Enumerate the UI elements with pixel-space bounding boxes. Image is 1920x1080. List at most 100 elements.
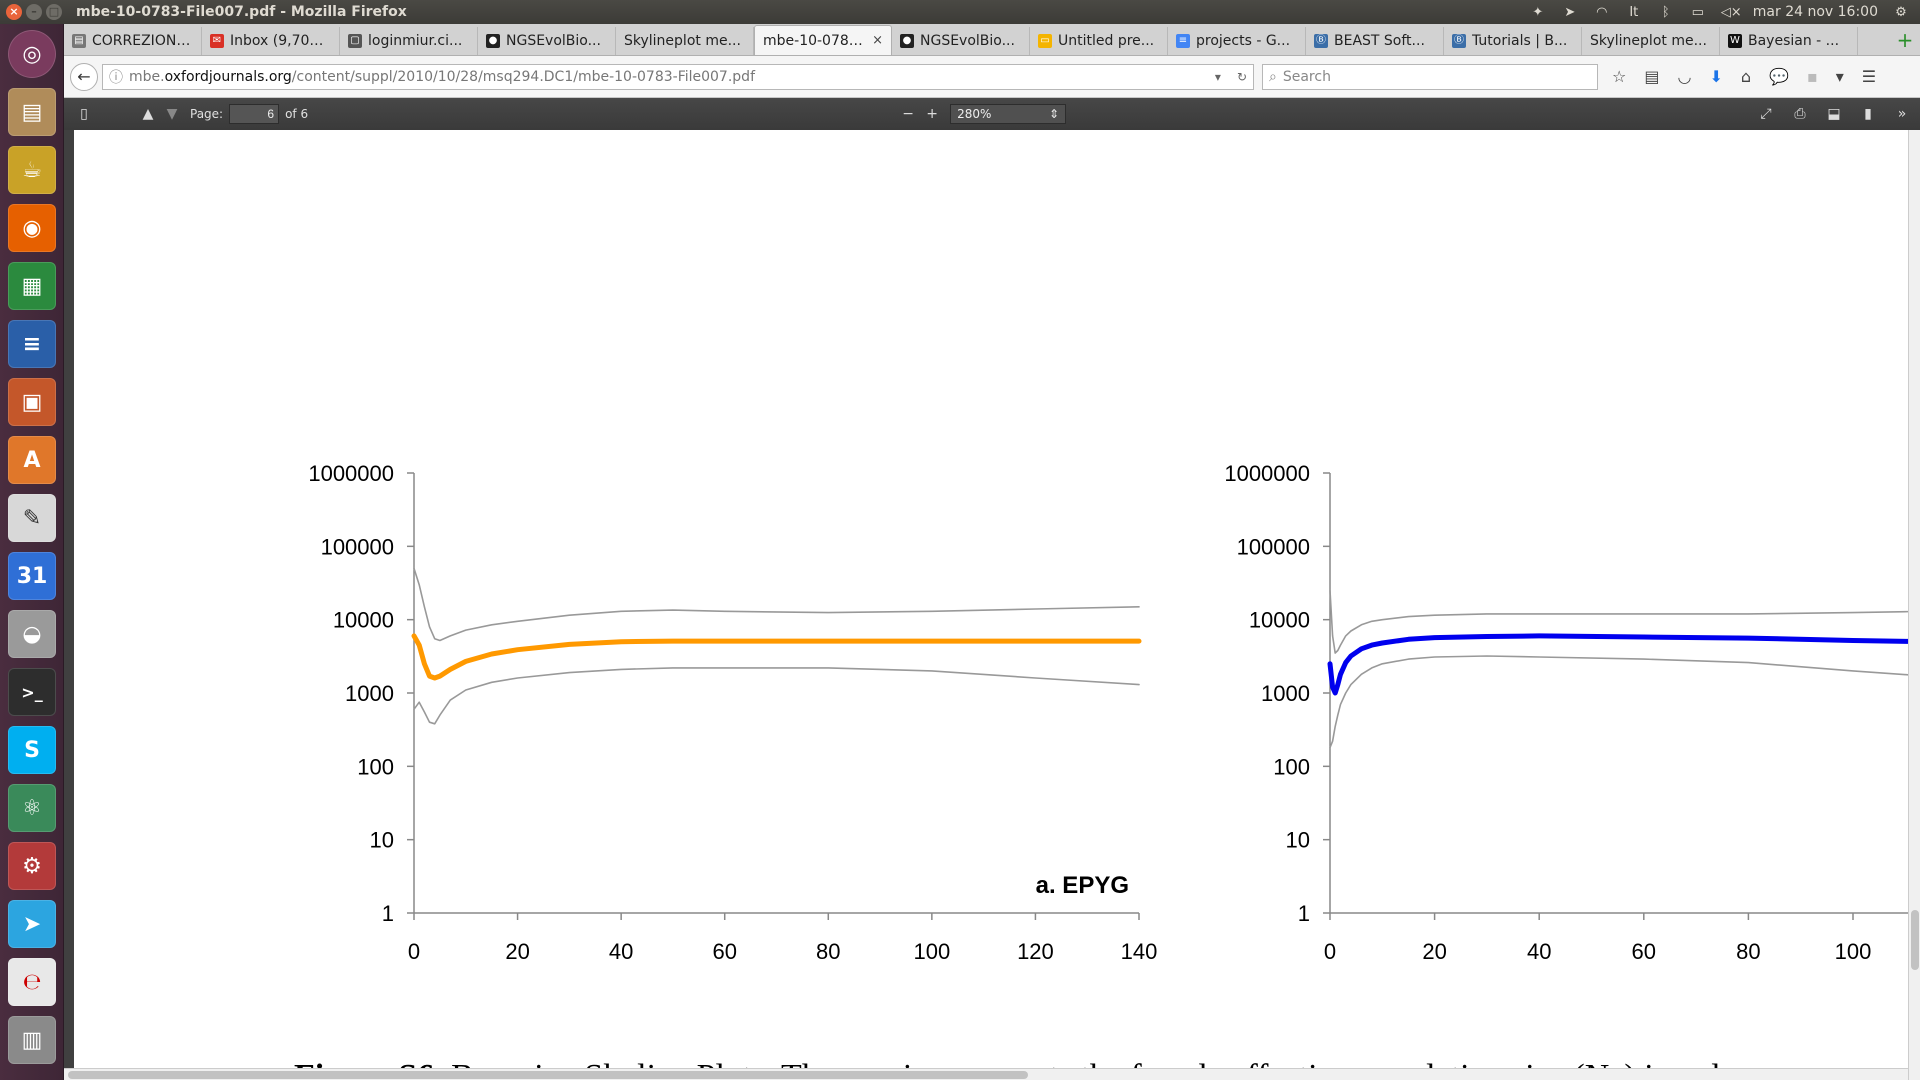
reload-icon[interactable]: ↻: [1237, 70, 1247, 84]
spreadsheet-icon[interactable]: ▦: [8, 262, 56, 310]
tab-label: mbe-10-0783...: [763, 32, 867, 49]
chart-b-x-tick-label: 0: [1324, 939, 1336, 964]
navigation-toolbar: ← ⓘ mbe. oxfordjournals.org/content/suppl…: [64, 56, 1920, 98]
beast-icon: Ⓑ: [1314, 34, 1328, 48]
firefox-icon[interactable]: ◉: [8, 204, 56, 252]
minimize-window-button[interactable]: –: [26, 4, 42, 20]
pdf-viewer[interactable]: 1 10 100 1000 10000 100000 1000000 0 20 40 60 80 100…: [64, 130, 1920, 1080]
extension-icon[interactable]: ▪: [1807, 67, 1818, 86]
bookmark-view-icon[interactable]: ▮: [1856, 103, 1880, 125]
chart-a-x-tick-label: 40: [609, 939, 633, 964]
back-button[interactable]: ←: [70, 62, 98, 91]
close-tab-icon[interactable]: ×: [872, 33, 883, 48]
clock[interactable]: mar 24 nov 16:00: [1753, 4, 1878, 20]
bookmark-star-icon[interactable]: ☆: [1612, 67, 1626, 86]
menu-icon[interactable]: ☰: [1862, 67, 1876, 86]
pdf-viewer-icon[interactable]: ℮: [8, 958, 56, 1006]
browser-tab[interactable]: Skylineplot me...: [1582, 27, 1720, 55]
search-bar[interactable]: ⌕ Search: [1262, 63, 1598, 90]
battery-icon[interactable]: ▭: [1689, 5, 1707, 20]
chevron-down-icon[interactable]: ▾: [1836, 67, 1844, 86]
site-identity-icon[interactable]: ⓘ: [109, 67, 123, 87]
document-icon: ▤: [72, 34, 86, 48]
tools-chevron-icon[interactable]: »: [1890, 103, 1914, 125]
downloads-icon[interactable]: ⬇: [1709, 67, 1722, 86]
wifi-icon[interactable]: ◠: [1593, 5, 1611, 20]
chart-a-y-tick-label: 100: [357, 754, 394, 779]
browser-tab[interactable]: ● NGSEvolBio...: [478, 27, 616, 55]
browser-tab[interactable]: Ⓑ Tutorials | B...: [1444, 27, 1582, 55]
next-page-icon[interactable]: ▼: [160, 103, 184, 125]
horizontal-scroll-thumb[interactable]: [68, 1071, 1028, 1079]
tab-label: Bayesian - ...: [1748, 33, 1840, 49]
presentation-mode-icon[interactable]: ⤢: [1754, 103, 1778, 125]
vertical-scrollbar[interactable]: [1908, 130, 1920, 1080]
horizontal-scrollbar[interactable]: [64, 1068, 1908, 1080]
browser-tab[interactable]: ≡ projects - G...: [1168, 27, 1306, 55]
trash-icon[interactable]: ▥: [8, 1016, 56, 1064]
zoom-out-icon[interactable]: −: [896, 103, 920, 125]
browser-tab[interactable]: ▤ CORREZIONI_LI...: [64, 27, 202, 55]
close-window-button[interactable]: ×: [6, 4, 22, 20]
writer-icon[interactable]: ≡: [8, 320, 56, 368]
sidebar-toggle-icon[interactable]: ▯: [72, 103, 96, 125]
browser-tab[interactable]: ✉ Inbox (9,702...: [202, 27, 340, 55]
telegram-icon[interactable]: ➤: [8, 900, 56, 948]
tab-label: Untitled pre...: [1058, 33, 1155, 49]
system-settings-icon[interactable]: ⚙: [8, 842, 56, 890]
chart-b-y-tick-label: 1000000: [1224, 461, 1310, 486]
wikipedia-icon: W: [1728, 34, 1742, 48]
chart-b-series-median: [1327, 633, 1908, 696]
zoom-value: 280%: [957, 107, 992, 121]
ubuntu-dash-icon[interactable]: ◎: [8, 30, 56, 78]
telegram-tray-icon[interactable]: ➤: [1561, 5, 1579, 20]
github-icon: ●: [486, 34, 500, 48]
maximize-window-button[interactable]: □: [46, 4, 62, 20]
browser-tab[interactable]: Skylineplot me...: [616, 27, 754, 55]
text-editor-icon[interactable]: ✎: [8, 494, 56, 542]
chart-a-x-tick-label: 60: [712, 939, 736, 964]
download-pdf-icon[interactable]: ⬓: [1822, 103, 1846, 125]
home-icon[interactable]: ⌂: [1741, 67, 1751, 86]
teapot-app-icon[interactable]: ☕: [8, 146, 56, 194]
bluetooth-icon[interactable]: ᛒ: [1657, 5, 1675, 20]
volume-muted-icon[interactable]: ◁×: [1721, 5, 1742, 20]
zoom-in-icon[interactable]: +: [920, 103, 944, 125]
previous-page-icon[interactable]: ▲: [136, 103, 160, 125]
calendar-icon[interactable]: 31: [8, 552, 56, 600]
impress-icon[interactable]: ▣: [8, 378, 56, 426]
browser-tab[interactable]: ▭ Untitled pre...: [1030, 27, 1168, 55]
print-icon[interactable]: ⎙: [1788, 103, 1812, 125]
new-tab-button[interactable]: +: [1890, 27, 1920, 55]
tab-label: CORREZIONI_LI...: [92, 33, 193, 49]
browser-tab[interactable]: Ⓑ BEAST Soft...: [1306, 27, 1444, 55]
reading-list-icon[interactable]: ▤: [1644, 67, 1659, 86]
beast-icon: Ⓑ: [1452, 34, 1466, 48]
browser-tab[interactable]: ● NGSEvolBio...: [892, 27, 1030, 55]
dropbox-icon[interactable]: ✦: [1529, 5, 1547, 20]
browser-tab[interactable]: mbe-10-0783... ×: [754, 25, 892, 55]
pdf-toolbar-right: ⤢ ⎙ ⬓ ▮ »: [1754, 103, 1920, 125]
pocket-icon[interactable]: ◡: [1677, 67, 1691, 86]
browser-tab[interactable]: ▢ loginmiur.ci...: [340, 27, 478, 55]
disk-icon[interactable]: ◒: [8, 610, 56, 658]
page-number-input[interactable]: [229, 104, 280, 124]
url-subdomain: mbe.: [129, 68, 165, 85]
skyline-plot-a: 11010010001000010000010000000 20 40 60 80 100…: [308, 461, 1908, 964]
tab-label: loginmiur.ci...: [368, 33, 463, 49]
settings-gear-icon[interactable]: ⚙: [1892, 5, 1910, 20]
vertical-scroll-thumb[interactable]: [1911, 910, 1919, 970]
terminal-icon[interactable]: >_: [8, 668, 56, 716]
chat-icon[interactable]: 💬: [1769, 67, 1789, 86]
page-icon: ▢: [348, 34, 362, 48]
url-dropdown-icon[interactable]: ▾: [1215, 70, 1221, 84]
url-path: /content/suppl/2010/10/28/msq294.DC1/mbe…: [291, 68, 755, 85]
software-center-icon[interactable]: A: [8, 436, 56, 484]
browser-tab[interactable]: W Bayesian - ...: [1720, 27, 1858, 55]
skype-icon[interactable]: S: [8, 726, 56, 774]
zoom-select[interactable]: 280% ⇕: [950, 104, 1067, 124]
files-icon[interactable]: ▤: [8, 88, 56, 136]
atom-icon[interactable]: ⚛: [8, 784, 56, 832]
keyboard-layout-icon[interactable]: It: [1625, 5, 1643, 20]
url-bar[interactable]: ⓘ mbe. oxfordjournals.org/content/suppl/2…: [102, 63, 1254, 90]
